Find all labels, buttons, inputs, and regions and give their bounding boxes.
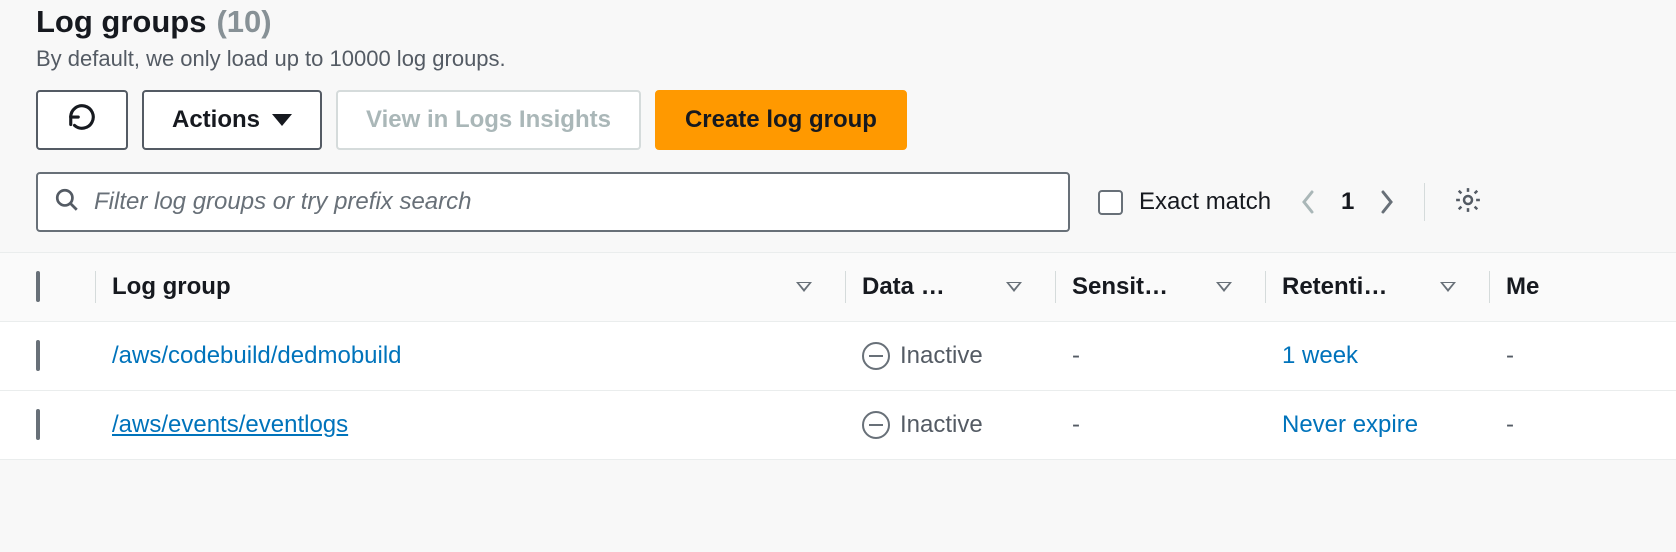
retention-link[interactable]: 1 week	[1282, 342, 1358, 369]
table-header-row: Log group Data … Sensit…	[0, 253, 1676, 322]
column-header-sensit[interactable]: Sensit…	[1056, 253, 1266, 322]
refresh-icon	[67, 102, 97, 139]
page-count: (10)	[216, 4, 271, 40]
settings-button[interactable]	[1453, 185, 1483, 220]
inactive-icon	[862, 342, 890, 370]
search-input[interactable]	[94, 188, 1052, 216]
row-checkbox-cell	[0, 322, 96, 391]
log-groups-table: Log group Data … Sensit…	[0, 252, 1676, 460]
filter-row: Exact match 1	[36, 172, 1640, 232]
data-protection-cell: Inactive	[846, 322, 1056, 391]
data-protection-cell: Inactive	[846, 391, 1056, 460]
sort-icon	[1006, 282, 1022, 292]
actions-button[interactable]: Actions	[142, 90, 322, 150]
select-all-checkbox[interactable]	[36, 271, 40, 302]
column-header-retention[interactable]: Retenti…	[1266, 253, 1490, 322]
chevron-left-icon[interactable]	[1299, 188, 1317, 216]
log-group-link[interactable]: /aws/events/eventlogs	[112, 411, 348, 438]
exact-match-toggle[interactable]: Exact match	[1098, 188, 1271, 216]
column-header-data[interactable]: Data …	[846, 253, 1056, 322]
exact-match-checkbox[interactable]	[1098, 190, 1123, 215]
sort-icon	[1216, 282, 1232, 292]
retention-cell: 1 week	[1266, 322, 1490, 391]
data-protection-status: Inactive	[900, 411, 983, 439]
log-group-link[interactable]: /aws/codebuild/dedmobuild	[112, 342, 402, 369]
page-title: Log groups	[36, 4, 206, 40]
search-icon	[54, 187, 80, 218]
column-header-log-group[interactable]: Log group	[96, 253, 846, 322]
caret-down-icon	[272, 114, 292, 126]
chevron-right-icon[interactable]	[1378, 188, 1396, 216]
log-group-cell: /aws/codebuild/dedmobuild	[96, 322, 846, 391]
metric-filter-cell: -	[1490, 322, 1676, 391]
page-title-row: Log groups (10)	[36, 0, 1640, 40]
log-group-cell: /aws/events/eventlogs	[96, 391, 846, 460]
separator	[1424, 183, 1425, 221]
view-logs-insights-label: View in Logs Insights	[366, 106, 611, 134]
column-label-log-group: Log group	[112, 273, 231, 301]
column-header-me[interactable]: Me	[1490, 253, 1676, 322]
retention-cell: Never expire	[1266, 391, 1490, 460]
inactive-icon	[862, 411, 890, 439]
view-logs-insights-button[interactable]: View in Logs Insights	[336, 90, 641, 150]
create-log-group-button[interactable]: Create log group	[655, 90, 907, 150]
table-row: /aws/codebuild/dedmobuildInactive-1 week…	[0, 322, 1676, 391]
column-label-sensit: Sensit…	[1072, 273, 1168, 301]
pagination: 1	[1299, 188, 1396, 216]
data-protection-status: Inactive	[900, 342, 983, 370]
action-bar: Actions View in Logs Insights Create log…	[36, 90, 1640, 150]
exact-match-label: Exact match	[1139, 188, 1271, 216]
sort-icon	[1440, 282, 1456, 292]
column-label-data: Data …	[862, 273, 945, 301]
sort-icon	[796, 282, 812, 292]
column-label-retention: Retenti…	[1282, 273, 1387, 301]
page-number: 1	[1341, 188, 1354, 216]
page-subtitle: By default, we only load up to 10000 log…	[36, 46, 1640, 72]
row-checkbox[interactable]	[36, 409, 40, 440]
column-label-me: Me	[1506, 273, 1539, 301]
search-box[interactable]	[36, 172, 1070, 232]
row-checkbox-cell	[0, 391, 96, 460]
create-log-group-label: Create log group	[685, 106, 877, 134]
retention-link[interactable]: Never expire	[1282, 411, 1418, 438]
row-checkbox[interactable]	[36, 340, 40, 371]
refresh-button[interactable]	[36, 90, 128, 150]
sensitive-data-cell: -	[1056, 322, 1266, 391]
table-row: /aws/events/eventlogsInactive-Never expi…	[0, 391, 1676, 460]
actions-button-label: Actions	[172, 106, 260, 134]
sensitive-data-cell: -	[1056, 391, 1266, 460]
select-all-header	[0, 253, 96, 322]
metric-filter-cell: -	[1490, 391, 1676, 460]
